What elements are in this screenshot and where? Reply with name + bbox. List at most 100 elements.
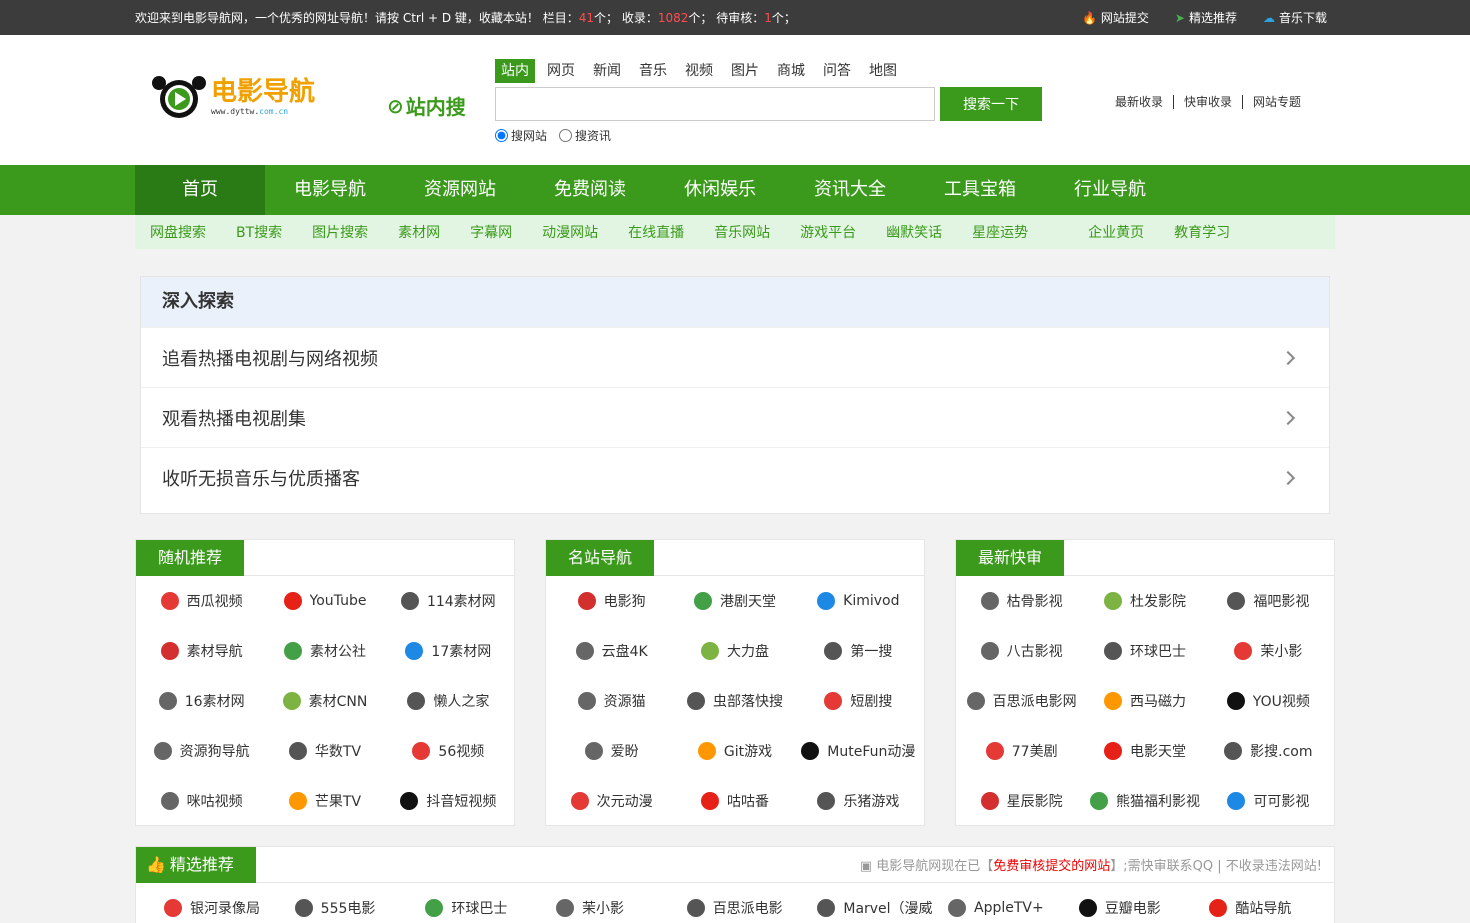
subnav-item[interactable]: 音乐网站 [714,222,770,242]
subnav-item[interactable]: 图片搜索 [312,222,368,242]
site-logo[interactable]: 电影导航 www.dyttw.com.cn [151,75,315,119]
site-link[interactable]: 华数TV [263,726,386,776]
site-link[interactable]: YOU视频 [1207,676,1330,726]
site-link[interactable]: 芒果TV [263,776,386,826]
site-link[interactable]: 杜发影院 [1083,576,1206,626]
site-link[interactable]: 16素材网 [140,676,263,726]
site-link[interactable]: 西马磁力 [1083,676,1206,726]
submit-site-link[interactable]: 🔥 网站提交 [1082,9,1149,26]
featured-site-link[interactable]: 环球巴士 [419,883,550,923]
site-link[interactable]: 环球巴士 [1083,626,1206,676]
featured-site-link[interactable]: Marvel（漫威 [811,883,942,923]
site-link[interactable]: 港剧天堂 [673,576,796,626]
site-link[interactable]: 西瓜视频 [140,576,263,626]
featured-site-link[interactable]: 豆瓣电影 [1073,883,1204,923]
subnav-item[interactable]: 素材网 [398,222,440,242]
site-link[interactable]: Git游戏 [673,726,796,776]
featured-site-link[interactable]: 银河录像局 [158,883,289,923]
site-link[interactable]: 短剧搜 [797,676,920,726]
site-link[interactable]: 56视频 [387,726,510,776]
site-link[interactable]: 大力盘 [673,626,796,676]
featured-site-link[interactable]: AppleTV+ [942,883,1073,923]
search-button[interactable]: 搜索一下 [940,87,1042,121]
site-link[interactable]: 福吧影视 [1207,576,1330,626]
featured-site-link[interactable]: 茉小影 [550,883,681,923]
search-tab-video[interactable]: 视频 [679,59,719,83]
subnav-item[interactable]: 幽默笑话 [886,222,942,242]
explore-row[interactable]: 追看热播电视剧与网络视频 [141,327,1329,387]
site-link[interactable]: 百思派电影网 [960,676,1083,726]
site-link[interactable]: 电影天堂 [1083,726,1206,776]
subnav-item[interactable]: 在线直播 [628,222,684,242]
site-link[interactable]: 懒人之家 [387,676,510,726]
site-link[interactable]: 影搜.com [1207,726,1330,776]
nav-news[interactable]: 资讯大全 [785,165,915,215]
featured-link[interactable]: ➤ 精选推荐 [1175,9,1237,26]
site-link[interactable]: 电影狗 [550,576,673,626]
subnav-item[interactable]: 教育学习 [1174,222,1230,242]
site-link[interactable]: 熊猫福利影视 [1083,776,1206,826]
search-input[interactable] [495,87,935,121]
site-link[interactable]: 咕咕番 [673,776,796,826]
site-link[interactable]: 次元动漫 [550,776,673,826]
subnav-item[interactable]: BT搜索 [236,222,282,242]
fast-review-link[interactable]: 快审收录 [1172,95,1242,109]
site-link[interactable]: 枯骨影视 [960,576,1083,626]
nav-home[interactable]: 首页 [135,165,265,215]
search-tab-news[interactable]: 新闻 [587,59,627,83]
site-link[interactable]: Kimivod [797,576,920,626]
subnav-item[interactable]: 星座运势 [972,222,1028,242]
search-tab-site[interactable]: 站内 [495,59,535,83]
free-review-link[interactable]: 免费审核提交的网站 [993,859,1110,874]
nav-reading[interactable]: 免费阅读 [525,165,655,215]
site-link[interactable]: 抖音短视频 [387,776,510,826]
site-link[interactable]: 乐猪游戏 [797,776,920,826]
search-tab-qa[interactable]: 问答 [817,59,857,83]
featured-site-link[interactable]: 百思派电影 [681,883,812,923]
radio-search-news[interactable]: 搜资讯 [559,127,611,144]
nav-industry[interactable]: 行业导航 [1045,165,1175,215]
featured-site-link[interactable]: 酷站导航 [1203,883,1334,923]
site-link[interactable]: YouTube [263,576,386,626]
latest-included-link[interactable]: 最新收录 [1105,95,1173,109]
subnav-item[interactable]: 动漫网站 [542,222,598,242]
site-link[interactable]: 素材公社 [263,626,386,676]
site-link[interactable]: 资源猫 [550,676,673,726]
site-link[interactable]: 17素材网 [387,626,510,676]
radio-news-input[interactable] [559,129,573,142]
nav-movie[interactable]: 电影导航 [265,165,395,215]
site-link[interactable]: 咪咕视频 [140,776,263,826]
search-tab-map[interactable]: 地图 [863,59,903,83]
site-link[interactable]: 素材导航 [140,626,263,676]
site-link[interactable]: 素材CNN [263,676,386,726]
search-tab-music[interactable]: 音乐 [633,59,673,83]
subnav-item[interactable]: 字幕网 [470,222,512,242]
site-link[interactable]: 77美剧 [960,726,1083,776]
nav-entertainment[interactable]: 休闲娱乐 [655,165,785,215]
site-link[interactable]: 资源狗导航 [140,726,263,776]
subnav-item[interactable]: 游戏平台 [800,222,856,242]
site-link[interactable]: 虫部落快搜 [673,676,796,726]
music-download-link[interactable]: ☁ 音乐下载 [1263,9,1327,26]
site-link[interactable]: 可可影视 [1207,776,1330,826]
site-topics-link[interactable]: 网站专题 [1241,95,1311,109]
radio-search-site[interactable]: 搜网站 [495,127,547,144]
nav-resource[interactable]: 资源网站 [395,165,525,215]
site-link[interactable]: 爱盼 [550,726,673,776]
explore-row[interactable]: 观看热播电视剧集 [141,387,1329,447]
search-tab-image[interactable]: 图片 [725,59,765,83]
site-link[interactable]: 114素材网 [387,576,510,626]
subnav-item[interactable]: 企业黄页 [1088,222,1144,242]
site-link[interactable]: 茉小影 [1207,626,1330,676]
explore-row[interactable]: 收听无损音乐与优质播客 [141,447,1329,507]
search-tab-shop[interactable]: 商城 [771,59,811,83]
featured-site-link[interactable]: 555电影 [289,883,420,923]
site-link[interactable]: MuteFun动漫 [797,726,920,776]
site-link[interactable]: 第一搜 [797,626,920,676]
site-link[interactable]: 星辰影院 [960,776,1083,826]
subnav-item[interactable]: 网盘搜索 [150,222,206,242]
search-tab-web[interactable]: 网页 [541,59,581,83]
nav-tools[interactable]: 工具宝箱 [915,165,1045,215]
radio-site-input[interactable] [495,129,508,142]
site-link[interactable]: 云盘4K [550,626,673,676]
